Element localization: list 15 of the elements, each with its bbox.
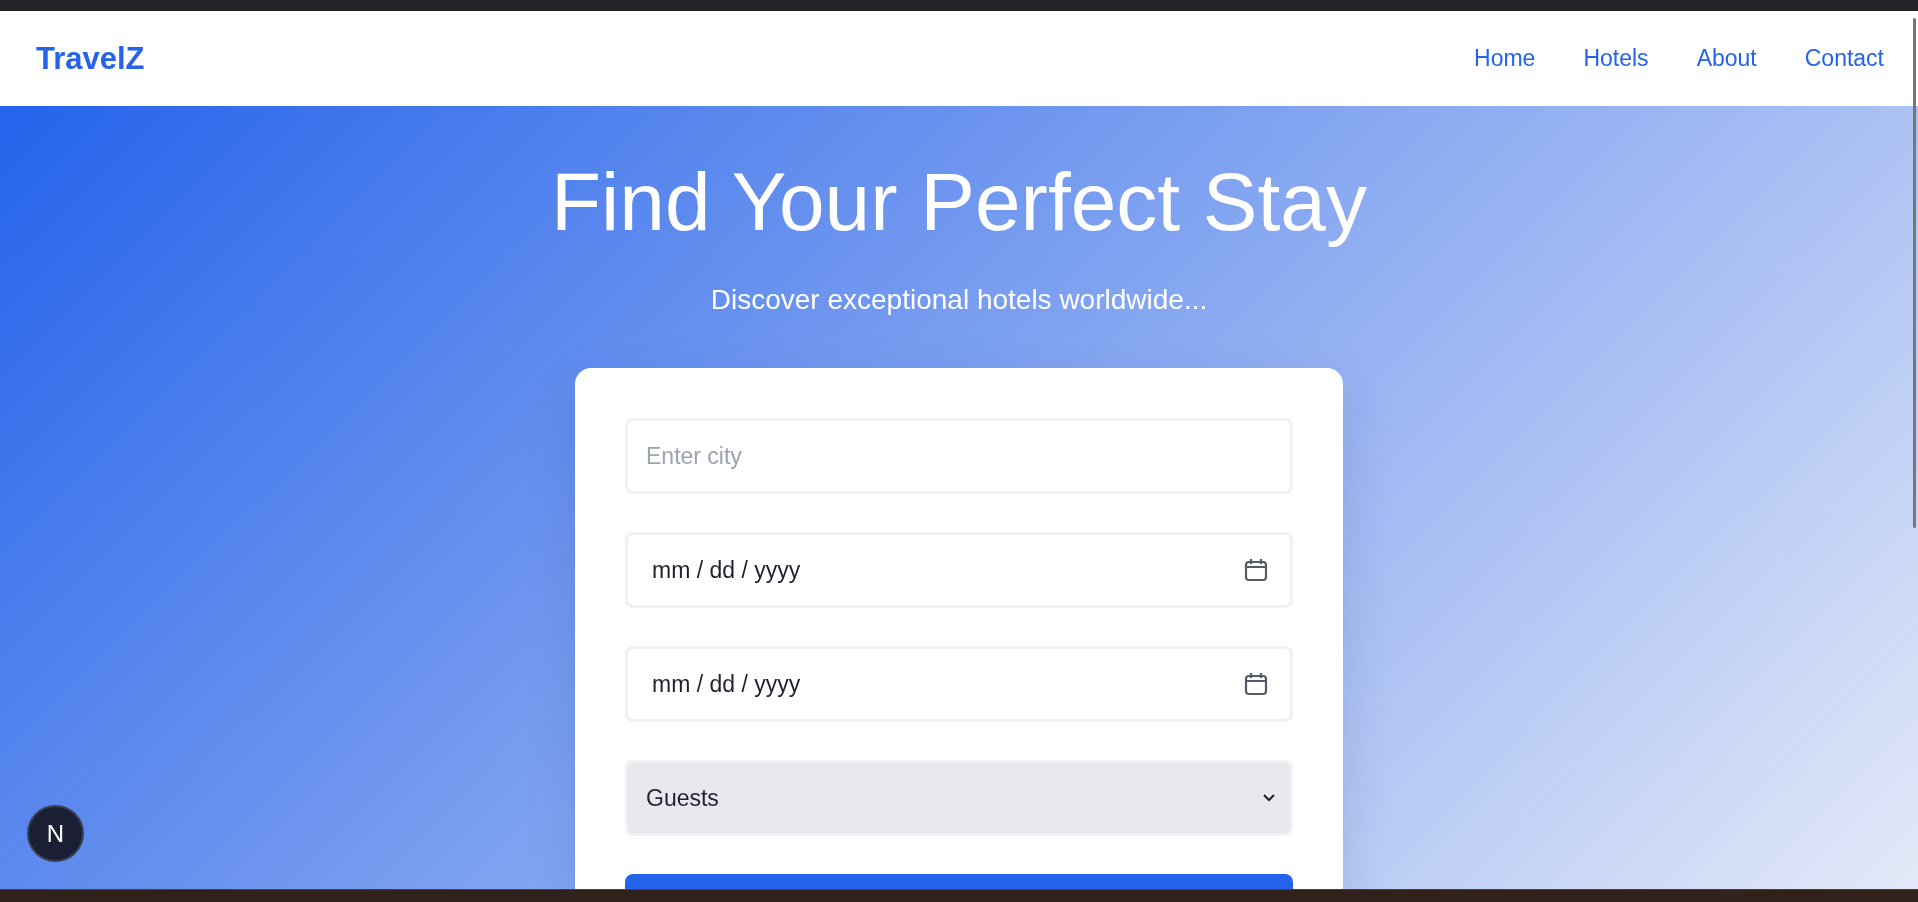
guests-dropdown[interactable]: Guests [625,760,1293,836]
city-field[interactable]: Enter city [625,418,1293,494]
nav-link[interactable]: About [1696,45,1757,72]
calendar-icon[interactable] [1244,672,1268,696]
scrollbar[interactable] [1913,18,1916,528]
check-out-field[interactable]: mm / dd / yyyy [625,646,1293,722]
check-in-field[interactable]: mm / dd / yyyy [625,532,1293,608]
hero-subtitle: Discover exceptional hotels worldwide... [710,284,1208,316]
calendar-icon[interactable] [1244,558,1268,582]
logo[interactable]: TravelZ [36,40,145,77]
chevron-down-icon [1262,793,1276,803]
nav-link[interactable]: Hotels [1583,45,1649,72]
nav-link[interactable]: Contact [1804,45,1884,72]
nav-link[interactable]: Home [1474,45,1536,72]
hero-title: Find Your Perfect Stay [551,155,1367,249]
